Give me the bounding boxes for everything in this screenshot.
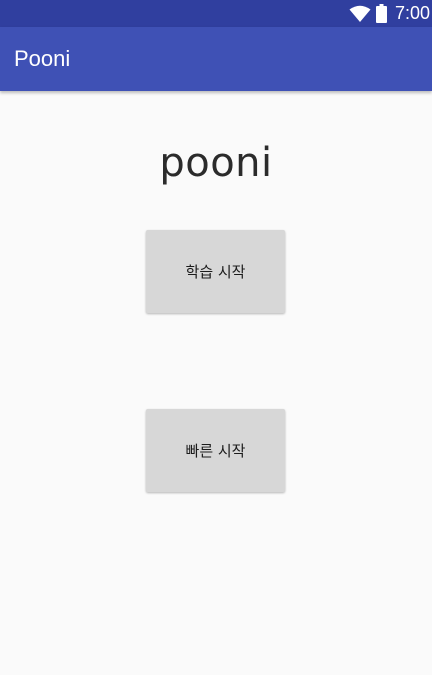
app-bar: Pooni [0, 27, 432, 91]
status-bar: 7:00 [0, 0, 432, 27]
wifi-icon [349, 5, 371, 22]
start-study-button[interactable]: 학습 시작 [146, 230, 285, 313]
battery-icon [375, 4, 387, 23]
status-icons: 7:00 [349, 0, 430, 27]
status-clock: 7:00 [394, 3, 430, 23]
app-title: Pooni [14, 46, 71, 71]
app-logo-text: pooni [159, 140, 273, 186]
quick-start-button[interactable]: 빠른 시작 [146, 409, 285, 492]
